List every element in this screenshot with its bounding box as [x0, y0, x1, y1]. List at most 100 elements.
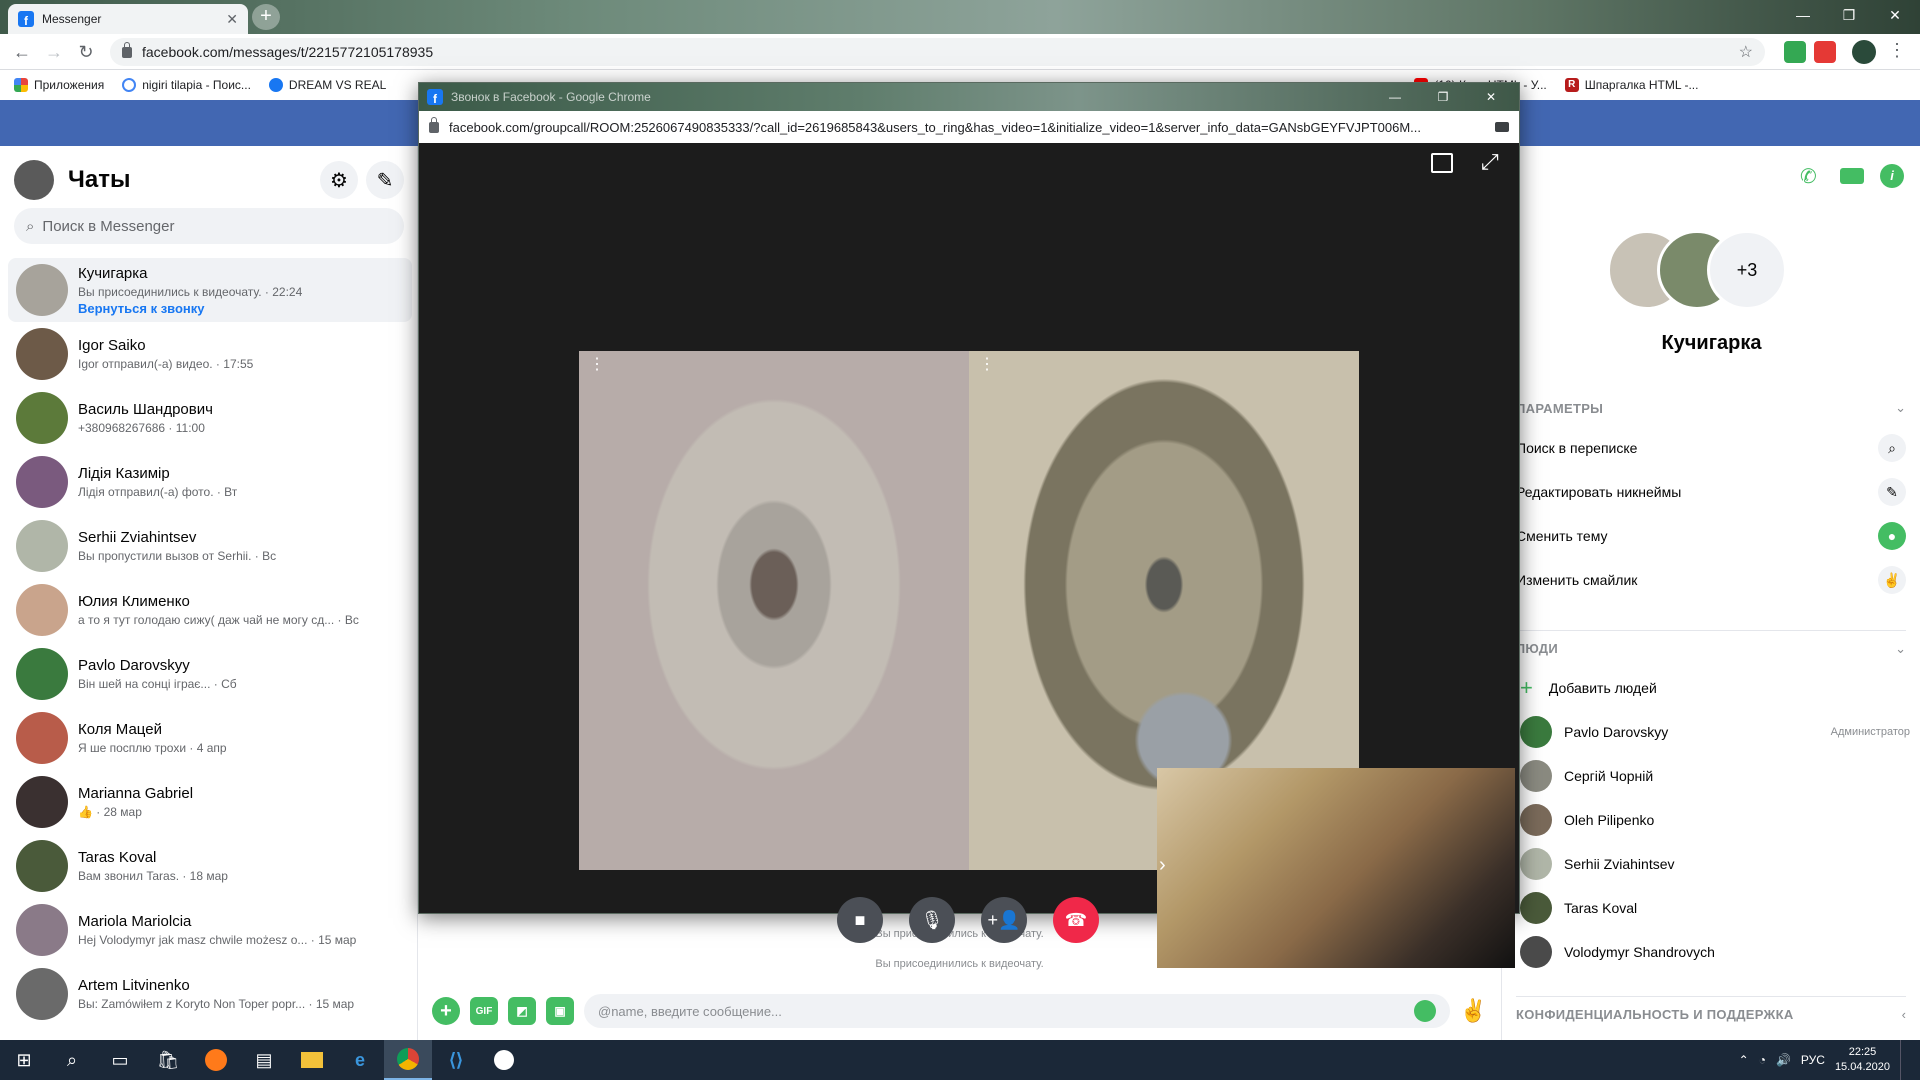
more-options-icon[interactable]: ⋮: [589, 357, 605, 373]
chrome-icon[interactable]: [384, 1040, 432, 1080]
chat-list-item[interactable]: Коля Мацей Я ше посплю трохи · 4 апр: [8, 706, 412, 770]
avatar: [1520, 936, 1552, 968]
bookmark-dream[interactable]: DREAM VS REAL: [268, 78, 386, 92]
close-tab-icon[interactable]: ✕: [226, 11, 238, 28]
option-item[interactable]: Поиск в переписке ⌕: [1516, 426, 1906, 470]
person-item[interactable]: Volodymyr Shandrovych: [1520, 930, 1910, 974]
edge-icon[interactable]: e: [336, 1040, 384, 1080]
collapse-arrow-icon[interactable]: ›: [1159, 854, 1166, 877]
restore-window-icon[interactable]: ❐: [1423, 90, 1463, 104]
option-item[interactable]: Изменить смайлик ✌: [1516, 558, 1906, 602]
chat-list-item[interactable]: Юлия Клименко а то я тут голодаю сижу( да…: [8, 578, 412, 642]
person-item[interactable]: Serhii Zviahintsev: [1520, 842, 1910, 886]
people-section-header[interactable]: ЛЮДИ ⌄: [1516, 630, 1906, 666]
language-indicator[interactable]: РУС: [1801, 1053, 1825, 1067]
more-options-icon[interactable]: ⋮: [979, 357, 995, 373]
toggle-camera-button[interactable]: ■: [837, 897, 883, 943]
vscode-icon[interactable]: ⟨⟩: [432, 1040, 480, 1080]
chat-list-item[interactable]: Лідія Казимір Лідія отправил(-а) фото. · …: [8, 450, 412, 514]
task-view-icon[interactable]: ▭: [96, 1040, 144, 1080]
new-tab-button[interactable]: +: [252, 4, 280, 30]
fullscreen-icon[interactable]: ⤢: [1481, 149, 1499, 175]
reload-icon[interactable]: ↻: [74, 40, 98, 64]
browser-tab[interactable]: f Messenger ✕: [8, 4, 248, 34]
person-item[interactable]: Сергій Чорній: [1520, 754, 1910, 798]
bookmark-html-cheatsheet[interactable]: R Шпаргалка HTML -...: [1564, 78, 1698, 92]
chat-list-item[interactable]: Pavlo Darovskyy Він шей на сонці іграє...…: [8, 642, 412, 706]
add-participant-button[interactable]: +👤: [981, 897, 1027, 943]
message-input[interactable]: @name, введите сообщение...: [584, 994, 1450, 1028]
bookmark-apps[interactable]: Приложения: [14, 78, 104, 92]
extension-icon[interactable]: [1814, 41, 1836, 63]
chevron-up-icon[interactable]: ⌃: [1739, 1053, 1749, 1067]
minimize-window-icon[interactable]: —: [1375, 90, 1415, 104]
file-explorer-icon[interactable]: [288, 1040, 336, 1080]
clock[interactable]: 22:25 15.04.2020: [1835, 1045, 1890, 1075]
forward-icon[interactable]: →: [42, 40, 66, 64]
emoji-icon[interactable]: [1413, 1000, 1436, 1022]
chat-list-item[interactable]: Кучигарка Вы присоединились к видеочату. …: [8, 258, 412, 322]
end-call-button[interactable]: ☎: [1053, 897, 1099, 943]
avatar: [1520, 804, 1552, 836]
option-item[interactable]: Сменить тему ●: [1516, 514, 1906, 558]
profile-avatar[interactable]: [1852, 40, 1876, 64]
participant-video[interactable]: ⋮: [579, 351, 969, 870]
bookmark-star-icon[interactable]: ☆: [1739, 42, 1753, 62]
close-window-icon[interactable]: ✕: [1872, 0, 1918, 30]
victory-hand-icon[interactable]: ✌: [1460, 998, 1487, 1024]
sticker-icon[interactable]: ◩: [508, 997, 536, 1025]
network-icon[interactable]: ◔: [1759, 1053, 1766, 1067]
privacy-section-header[interactable]: КОНФИДЕНЦИАЛЬНОСТЬ И ПОДДЕРЖКА ‹: [1516, 996, 1906, 1032]
facebook-favicon-icon: f: [18, 11, 34, 27]
info-icon[interactable]: i: [1880, 164, 1904, 188]
more-menu-icon[interactable]: ⋮: [1888, 40, 1906, 61]
chat-list-item[interactable]: Igor Saiko Igor отправил(-а) видео. · 17:…: [8, 322, 412, 386]
address-bar[interactable]: facebook.com/messages/t/2215772105178935…: [110, 38, 1765, 66]
camera-indicator-icon[interactable]: [1495, 122, 1509, 132]
message-placeholder: @name, введите сообщение...: [598, 1003, 782, 1019]
chat-list-item[interactable]: Василь Шандрович +380968267686 · 11:00: [8, 386, 412, 450]
layout-toggle-icon[interactable]: [1431, 153, 1453, 173]
new-message-button[interactable]: ✎: [366, 161, 404, 199]
bookmark-google[interactable]: nigiri tilapia - Поис...: [122, 78, 251, 92]
settings-button[interactable]: ⚙: [320, 161, 358, 199]
popup-url[interactable]: facebook.com/groupcall/ROOM:252606749083…: [449, 120, 1485, 135]
voice-call-icon[interactable]: ✆: [1800, 164, 1817, 189]
chat-name: Коля Мацей: [78, 721, 162, 738]
person-item[interactable]: Taras Koval: [1520, 886, 1910, 930]
restore-window-icon[interactable]: ❐: [1826, 0, 1872, 30]
video-call-icon[interactable]: [1840, 168, 1864, 184]
back-icon[interactable]: ←: [10, 40, 34, 64]
volume-icon[interactable]: 🔊: [1776, 1053, 1791, 1067]
firefox-icon[interactable]: [192, 1040, 240, 1080]
address-url[interactable]: facebook.com/messages/t/2215772105178935: [142, 44, 1729, 60]
show-desktop-button[interactable]: [1900, 1040, 1906, 1080]
app-icon[interactable]: ▤: [240, 1040, 288, 1080]
chat-list-item[interactable]: Mariola Mariolcia Hej Volodymyr jak masz …: [8, 898, 412, 962]
option-item[interactable]: Редактировать никнеймы ✎: [1516, 470, 1906, 514]
person-item[interactable]: Pavlo Darovskyy Администратор: [1520, 710, 1910, 754]
chat-list-item[interactable]: Taras Koval Вам звонил Taras. · 18 мар: [8, 834, 412, 898]
extension-icon[interactable]: [1784, 41, 1806, 63]
app-icon[interactable]: [480, 1040, 528, 1080]
gif-button[interactable]: GIF: [470, 997, 498, 1025]
chat-list-item[interactable]: Serhii Zviahintsev Вы пропустили вызов от…: [8, 514, 412, 578]
search-icon[interactable]: ⌕: [48, 1040, 96, 1080]
start-button[interactable]: ⊞: [0, 1040, 48, 1080]
user-avatar[interactable]: [14, 160, 54, 200]
toggle-mic-button[interactable]: 🎙: [909, 897, 955, 943]
store-icon[interactable]: 🛍: [144, 1040, 192, 1080]
popup-address-bar[interactable]: facebook.com/groupcall/ROOM:252606749083…: [419, 111, 1519, 143]
person-item[interactable]: Oleh Pilipenko: [1520, 798, 1910, 842]
return-to-call-link[interactable]: Вернуться к звонку: [78, 301, 302, 316]
minimize-window-icon[interactable]: —: [1780, 0, 1826, 30]
add-more-icon[interactable]: +: [432, 997, 460, 1025]
search-input[interactable]: ⌕ Поиск в Messenger: [14, 208, 404, 244]
chat-list-item[interactable]: Marianna Gabriel 👍 · 28 мар: [8, 770, 412, 834]
self-video-preview[interactable]: ›: [1157, 768, 1515, 968]
close-window-icon[interactable]: ✕: [1471, 90, 1511, 104]
image-icon[interactable]: ▣: [546, 997, 574, 1025]
add-people-button[interactable]: + Добавить людей: [1520, 666, 1910, 710]
chat-list-item[interactable]: Artem Litvinenko Вы: Zamówiłem z Koryto N…: [8, 962, 412, 1026]
params-section-header[interactable]: ПАРАМЕТРЫ ⌄: [1516, 390, 1906, 426]
